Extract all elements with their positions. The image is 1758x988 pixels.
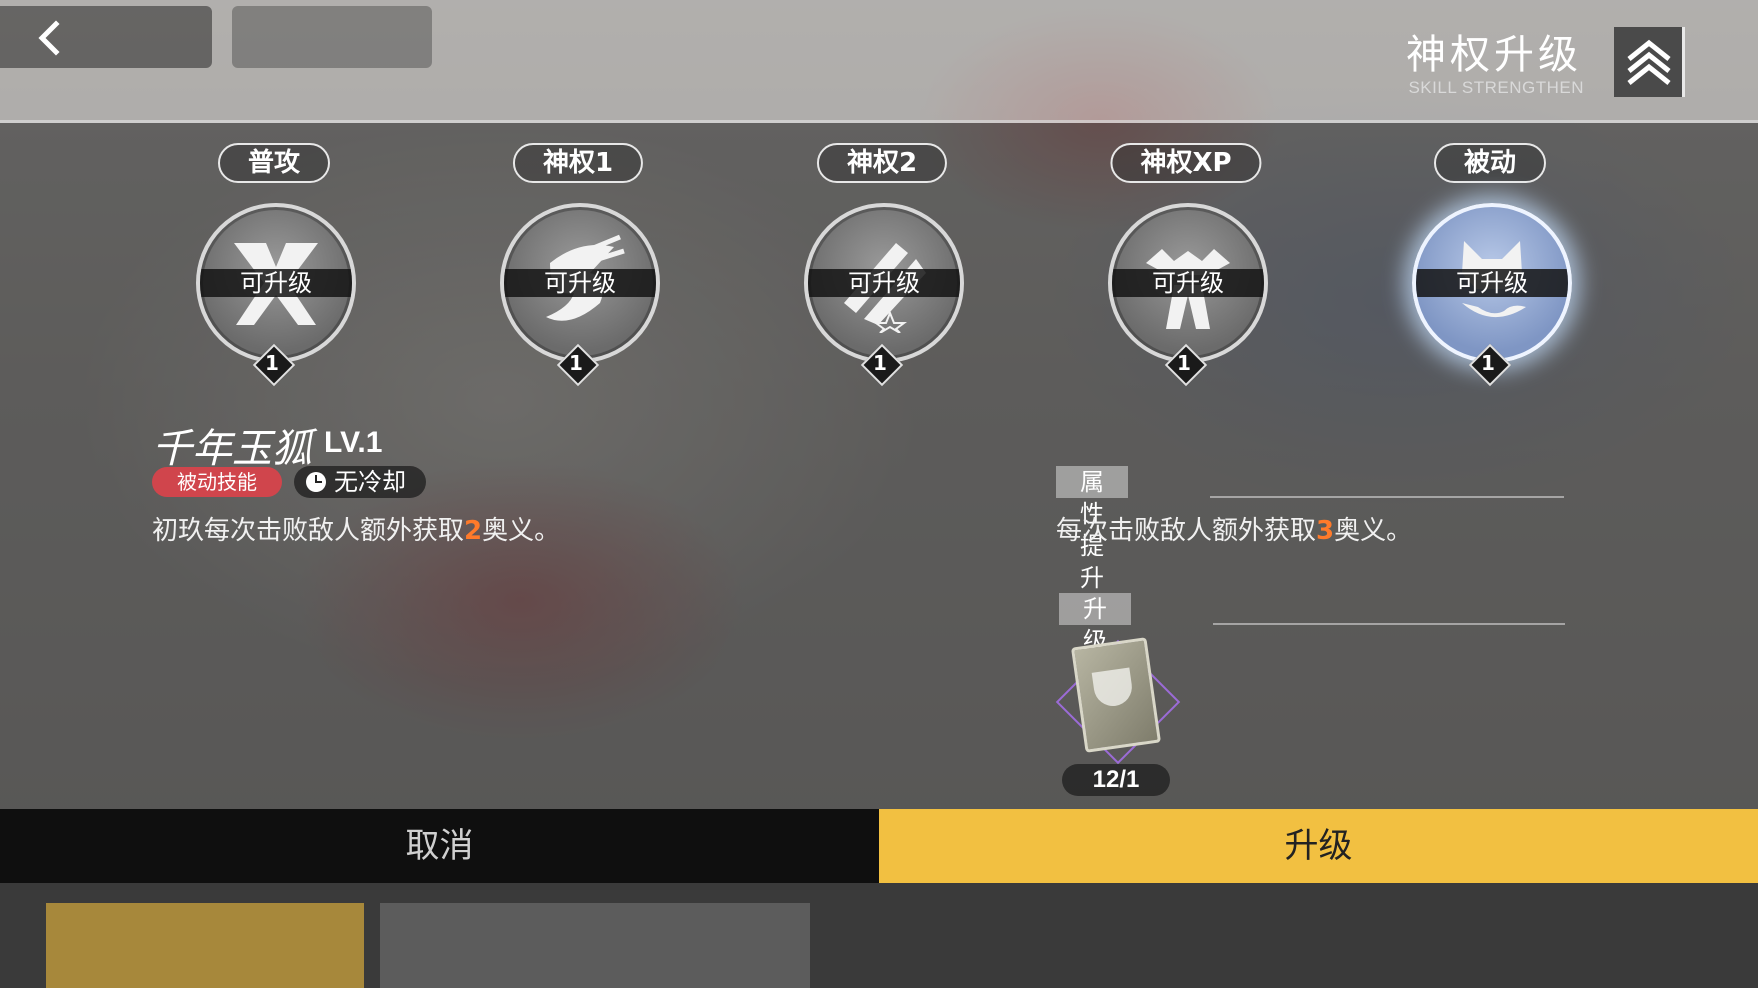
blurred-bottom-tab xyxy=(46,903,364,988)
cooldown-text: 无冷却 xyxy=(334,468,406,496)
upgradable-label: 可升级 xyxy=(504,269,656,297)
cooldown-tag: 无冷却 xyxy=(294,466,426,498)
skill-label: 神权2 xyxy=(816,143,948,183)
blurred-bottom-tab xyxy=(380,903,810,988)
skill-level-badge: 1 xyxy=(252,343,296,387)
skill-name: 千年玉狐 xyxy=(152,426,312,472)
upgradable-label: 可升级 xyxy=(1112,269,1264,297)
skill-orb: 可升级 xyxy=(196,203,356,363)
bottom-background-bar xyxy=(0,883,1758,988)
blurred-tab xyxy=(232,6,432,68)
skill-orb: 可升级 xyxy=(1412,203,1572,363)
upgrade-button[interactable]: 升级 xyxy=(879,809,1758,883)
skill-orb: 可升级 xyxy=(804,203,964,363)
skill-orb: 可升级 xyxy=(1108,203,1268,363)
skill-passive[interactable]: 被动 可升级 1 xyxy=(1390,143,1590,387)
skill-description: 初玖每次击败敌人额外获取2奥义。 xyxy=(152,516,561,546)
cost-count: 12/1 xyxy=(1062,764,1170,796)
page-title: 神权升级 xyxy=(1406,32,1582,78)
skill-book-item[interactable] xyxy=(1055,637,1181,765)
skill-level-badge: 1 xyxy=(1164,343,1208,387)
skill-divine-2[interactable]: 神权2 可升级 1 xyxy=(782,143,982,387)
skill-divine-1[interactable]: 神权1 可升级 1 xyxy=(478,143,678,387)
rank-up-icon xyxy=(1614,27,1684,97)
upgradable-label: 可升级 xyxy=(1416,269,1568,297)
back-button[interactable] xyxy=(0,6,212,68)
skill-level: LV.1 xyxy=(324,426,383,459)
skill-label: 普攻 xyxy=(217,143,331,183)
upgradable-label: 可升级 xyxy=(200,269,352,297)
skill-normal-attack[interactable]: 普攻 可升级 1 xyxy=(174,143,374,387)
skill-type-tag: 被动技能 xyxy=(152,467,282,497)
skill-label: 被动 xyxy=(1433,143,1547,183)
skill-level-badge: 1 xyxy=(556,343,600,387)
skill-label: 神权1 xyxy=(512,143,644,183)
skill-label: 神权XP xyxy=(1110,143,1262,183)
skill-divine-xp[interactable]: 神权XP 可升级 1 xyxy=(1086,143,1286,387)
clock-icon xyxy=(306,472,326,492)
attribute-boost-description: 每次击败敌人额外获取3奥义。 xyxy=(1056,516,1413,546)
upgradable-label: 可升级 xyxy=(808,269,960,297)
skill-orb: 可升级 xyxy=(500,203,660,363)
rank-divider xyxy=(1682,27,1685,97)
page-subtitle: SKILL STRENGTHEN xyxy=(1408,78,1584,97)
skill-level-badge: 1 xyxy=(1468,343,1512,387)
skill-level-badge: 1 xyxy=(860,343,904,387)
cancel-button[interactable]: 取消 xyxy=(0,809,879,883)
chevron-left-icon xyxy=(38,20,60,56)
